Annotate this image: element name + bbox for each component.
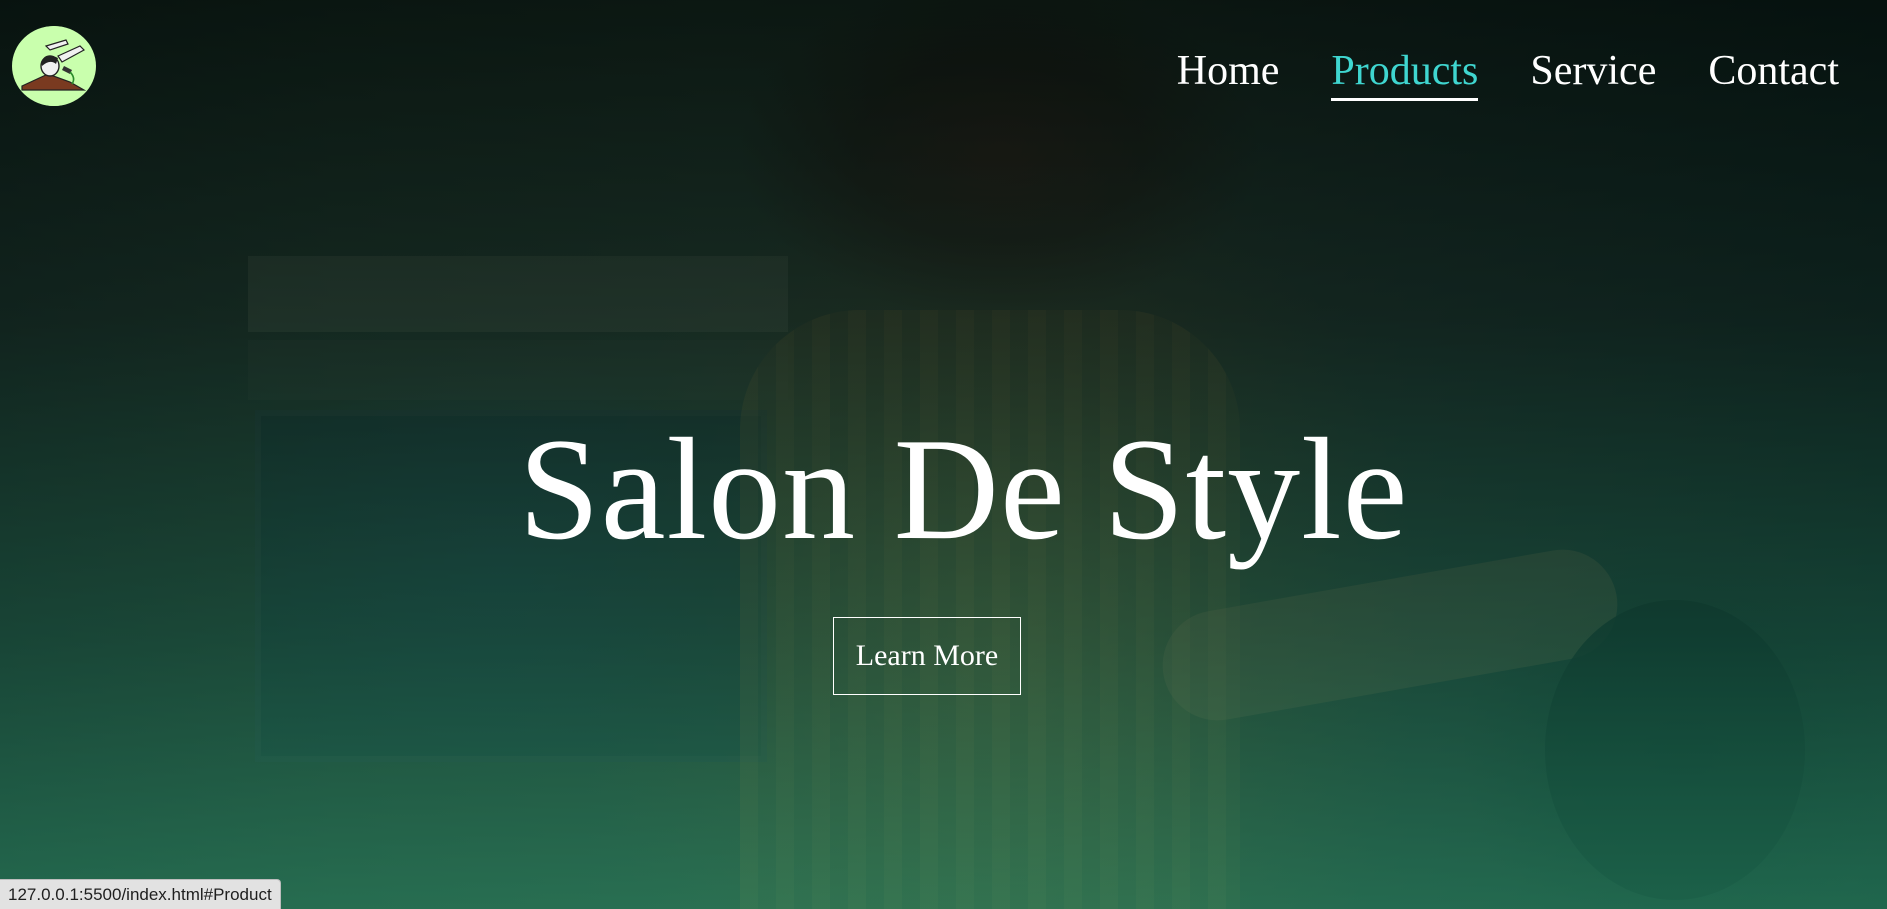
hero-title: Salon De Style xyxy=(518,408,1409,570)
learn-more-button[interactable]: Learn More xyxy=(833,617,1021,695)
barber-haircut-icon xyxy=(12,26,96,106)
nav-item-service[interactable]: Service xyxy=(1530,46,1656,101)
nav-item-contact[interactable]: Contact xyxy=(1708,46,1839,101)
status-bar-url: 127.0.0.1:5500/index.html#Product xyxy=(0,879,281,909)
logo[interactable] xyxy=(12,26,96,106)
nav-item-home[interactable]: Home xyxy=(1177,46,1280,101)
nav-item-products[interactable]: Products xyxy=(1331,46,1479,101)
main-nav: Home Products Service Contact xyxy=(1177,46,1839,101)
hero-section: Home Products Service Contact Salon De S… xyxy=(0,0,1887,909)
